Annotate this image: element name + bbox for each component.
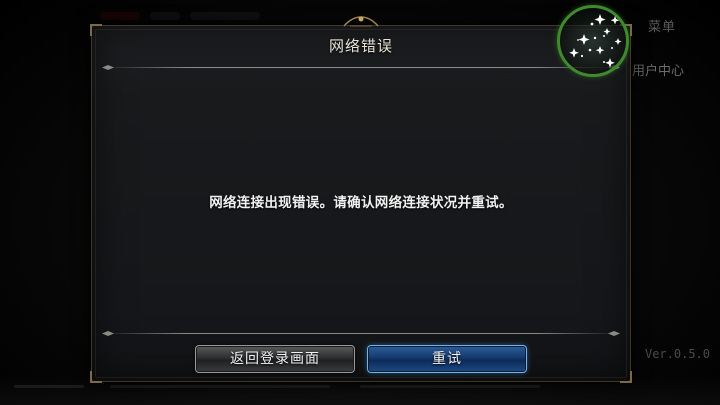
menu-button[interactable] [557,5,629,77]
error-message: 网络连接出现错误。请确认网络连接状况并重试。 [209,195,513,211]
dialog-title: 网络错误 [328,37,393,55]
divider [102,331,620,337]
retry-button[interactable]: 重试 [367,345,527,373]
background-user-center-label: 用户中心 [632,64,685,79]
dialog-corner-decoration [90,371,102,383]
back-to-login-button[interactable]: 返回登录画面 [195,345,355,373]
dialog-corner-decoration [620,371,632,383]
game-screen: 菜单 用户中心 Ver.0.5.0 网络错误 网络连接出现错误。请确认网络连接状… [0,0,720,405]
network-error-dialog: 网络错误 网络连接出现错误。请确认网络连接状况并重试。 返回登录画面 重试 [90,16,632,383]
background-header-decoration [100,8,280,24]
ornament-icon [343,16,379,27]
sparkle-menu-icon [569,14,622,68]
background-menu-label: 菜单 [648,20,677,35]
divider [102,65,620,71]
version-label: Ver.0.5.0 [644,347,710,361]
